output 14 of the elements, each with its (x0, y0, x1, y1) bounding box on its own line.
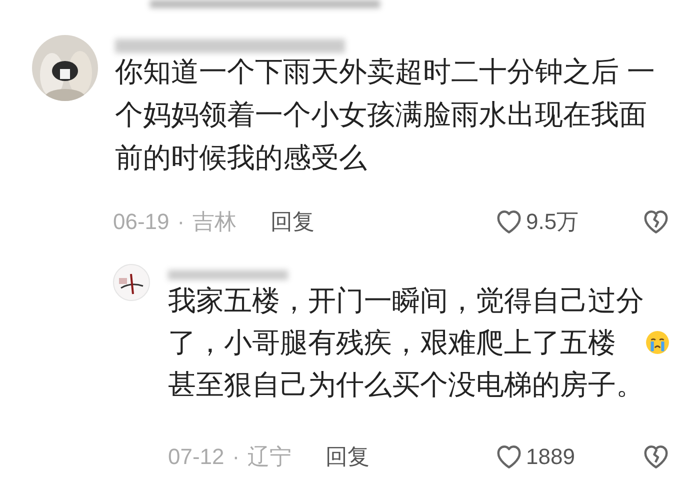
comment-location: 辽宁 (248, 442, 292, 470)
comment-date: 06-19 (113, 208, 170, 236)
comment-text: 我家五楼，开门一瞬间，觉得自己过分了，小哥腿有残疾，艰难爬上了五楼 (168, 284, 645, 360)
like-count: 1889 (526, 442, 576, 470)
separator-dot: · (177, 208, 185, 236)
comment-text: 你知道一个下雨天外卖超时二十分钟之后 一个妈妈领着一个小女孩满脸雨水出现在我面前的时候我的感受么 (115, 55, 656, 175)
reply-button[interactable]: 回复 (270, 204, 315, 238)
like-count: 9.5万 (526, 208, 580, 236)
crying-emoji-icon (645, 330, 670, 355)
reply-button[interactable]: 回复 (326, 440, 370, 472)
comment-location: 吉林 (192, 208, 237, 236)
comment-date: 07-12 (168, 442, 224, 470)
comment-text: 甚至狠自己为什么买个没电梯的房子。 (168, 368, 645, 402)
separator-dot: · (232, 442, 240, 470)
